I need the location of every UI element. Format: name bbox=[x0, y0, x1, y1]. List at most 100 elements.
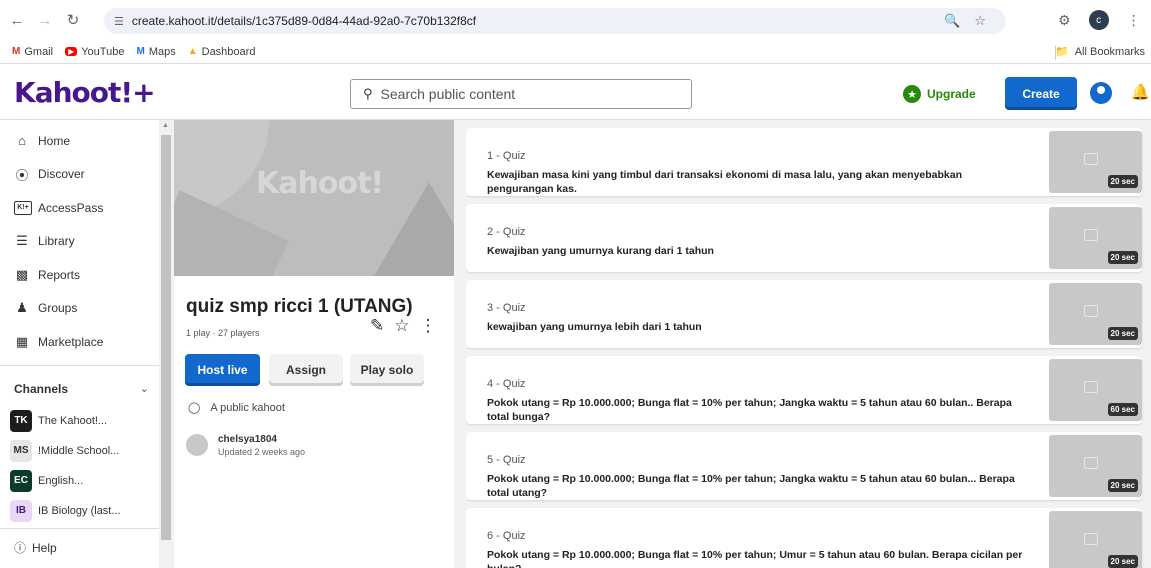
sidebar-item-label: Library bbox=[38, 234, 75, 249]
question-number: 3 - Quiz bbox=[487, 302, 526, 314]
channel-item[interactable]: MS !Middle School... bbox=[0, 436, 159, 466]
sidebar-item-accesspass[interactable]: K!+ AccessPass bbox=[0, 191, 159, 225]
kahoot-logo[interactable]: Kahoot!+ bbox=[14, 76, 156, 109]
question-card[interactable]: 5 - Quiz Pokok utang = Rp 10.000.000; Bu… bbox=[466, 432, 1142, 500]
bookmark-maps[interactable]: M Maps bbox=[136, 46, 175, 58]
reload-icon[interactable]: ↻ bbox=[62, 9, 84, 31]
channel-badge: EC bbox=[10, 469, 32, 492]
bookmark-label: YouTube bbox=[81, 45, 125, 58]
edit-pencil-icon[interactable]: ✎ bbox=[370, 316, 384, 336]
sidebar: ⌂ Home ⦿ Discover K!+ AccessPass ☰ Libra… bbox=[0, 120, 159, 568]
visibility-label: A public kahoot bbox=[210, 401, 285, 414]
bookmark-dashboard[interactable]: ▲ Dashboard bbox=[188, 46, 256, 58]
visibility-info: ◯ A public kahoot bbox=[188, 401, 285, 415]
sidebar-item-marketplace[interactable]: ▦ Marketplace bbox=[0, 325, 159, 359]
channel-label: IB Biology (last... bbox=[38, 504, 121, 517]
zoom-icon[interactable]: 🔍 bbox=[944, 13, 960, 29]
channels-header[interactable]: Channels ⌄ bbox=[0, 372, 159, 406]
channel-item[interactable]: IB IB Biology (last... bbox=[0, 496, 159, 526]
question-number: 2 - Quiz bbox=[487, 226, 526, 238]
image-placeholder-icon bbox=[1084, 533, 1098, 545]
extensions-icon[interactable]: ⚙ bbox=[1058, 12, 1071, 29]
sidebar-item-home[interactable]: ⌂ Home bbox=[0, 124, 159, 158]
image-placeholder-icon bbox=[1084, 381, 1098, 393]
question-thumbnail: 20 sec bbox=[1049, 511, 1142, 568]
help-icon: ⓘ bbox=[14, 541, 27, 555]
question-thumbnail: 20 sec bbox=[1049, 207, 1142, 269]
question-card[interactable]: 6 - Quiz Pokok utang = Rp 10.000.000; Bu… bbox=[466, 508, 1142, 568]
sidebar-item-library[interactable]: ☰ Library bbox=[0, 225, 159, 259]
question-thumbnail: 60 sec bbox=[1049, 359, 1142, 421]
sidebar-item-label: Reports bbox=[38, 267, 81, 282]
upgrade-link[interactable]: ★ Upgrade bbox=[903, 85, 976, 103]
assign-button[interactable]: Assign bbox=[269, 354, 343, 386]
bookmark-gmail[interactable]: M Gmail bbox=[12, 46, 53, 58]
channel-item[interactable]: TK The Kahoot!... bbox=[0, 406, 159, 436]
more-options-icon[interactable]: ⋮ bbox=[420, 316, 437, 336]
question-thumbnail: 20 sec bbox=[1049, 435, 1142, 497]
compass-icon: ⦿ bbox=[15, 167, 29, 183]
forward-icon[interactable]: → bbox=[34, 9, 56, 31]
maps-icon: M bbox=[136, 46, 145, 57]
sidebar-item-discover[interactable]: ⦿ Discover bbox=[0, 158, 159, 192]
home-icon: ⌂ bbox=[18, 133, 26, 149]
site-info-icon[interactable]: ☰ bbox=[114, 15, 124, 28]
question-card[interactable]: 1 - Quiz Kewajiban masa kini yang timbul… bbox=[466, 128, 1142, 196]
browser-toolbar: ← → ↻ ☰ create.kahoot.it/details/1c375d8… bbox=[0, 0, 1151, 40]
bookmarks-bar: M Gmail ▶ YouTube M Maps ▲ Dashboard 📁 A… bbox=[0, 40, 1151, 64]
bookmark-label: Dashboard bbox=[201, 45, 256, 58]
help-link[interactable]: ⓘ Help bbox=[0, 533, 159, 563]
menu-kebab-icon[interactable]: ⋮ bbox=[1127, 12, 1141, 29]
image-placeholder-icon bbox=[1084, 305, 1098, 317]
question-text: Kewajiban yang umurnya kurang dari 1 tah… bbox=[487, 245, 714, 257]
question-card[interactable]: 2 - Quiz Kewajiban yang umurnya kurang d… bbox=[466, 204, 1142, 272]
question-card[interactable]: 4 - Quiz Pokok utang = Rp 10.000.000; Bu… bbox=[466, 356, 1142, 424]
user-avatar-icon[interactable] bbox=[1090, 82, 1112, 104]
time-badge: 20 sec bbox=[1107, 555, 1138, 568]
scroll-up-icon[interactable]: ▲ bbox=[162, 122, 169, 129]
owner-avatar[interactable] bbox=[186, 434, 208, 456]
image-placeholder-icon bbox=[1084, 229, 1098, 241]
reports-icon: ▩ bbox=[15, 266, 29, 282]
bookmark-star-icon[interactable]: ☆ bbox=[974, 13, 986, 29]
profile-avatar[interactable]: c bbox=[1088, 10, 1109, 30]
host-live-button[interactable]: Host live bbox=[185, 354, 260, 386]
channel-badge: TK bbox=[10, 409, 32, 432]
question-number: 1 - Quiz bbox=[487, 150, 526, 162]
question-number: 4 - Quiz bbox=[487, 378, 526, 390]
back-icon[interactable]: ← bbox=[6, 9, 28, 31]
question-card[interactable]: 3 - Quiz kewajiban yang umurnya lebih da… bbox=[466, 280, 1142, 348]
notification-bell-icon[interactable]: 🔔 bbox=[1131, 83, 1150, 101]
channel-label: !Middle School... bbox=[38, 444, 120, 457]
time-badge: 60 sec bbox=[1107, 403, 1138, 416]
time-badge: 20 sec bbox=[1107, 175, 1138, 188]
sidebar-item-groups[interactable]: ♟ Groups bbox=[0, 292, 159, 326]
sidebar-scroll-thumb[interactable] bbox=[161, 135, 171, 540]
sidebar-item-reports[interactable]: ▩ Reports bbox=[0, 258, 159, 292]
channel-item[interactable]: EC English... bbox=[0, 466, 159, 496]
create-button[interactable]: Create bbox=[1005, 77, 1077, 110]
play-solo-button[interactable]: Play solo bbox=[350, 354, 424, 386]
question-thumbnail: 20 sec bbox=[1049, 131, 1142, 193]
channel-label: The Kahoot!... bbox=[38, 414, 108, 427]
owner-info: chelsya1804 Updated 2 weeks ago bbox=[186, 434, 305, 457]
dashboard-icon: ▲ bbox=[187, 46, 198, 57]
time-badge: 20 sec bbox=[1107, 251, 1138, 264]
chevron-down-icon: ⌄ bbox=[139, 383, 149, 395]
bookmark-youtube[interactable]: ▶ YouTube bbox=[65, 46, 124, 58]
favorite-star-icon[interactable]: ☆ bbox=[394, 316, 409, 336]
kahoot-meta: 1 play · 27 players bbox=[186, 328, 260, 338]
time-badge: 20 sec bbox=[1107, 327, 1138, 340]
all-bookmarks[interactable]: 📁 All Bookmarks bbox=[1055, 45, 1145, 59]
sidebar-item-label: Groups bbox=[38, 301, 78, 316]
sidebar-item-label: Discover bbox=[38, 167, 85, 182]
kahoot-cover-image: Kahoot! bbox=[174, 120, 454, 276]
question-list: 1 - Quiz Kewajiban masa kini yang timbul… bbox=[466, 120, 1151, 568]
question-text: Kewajiban masa kini yang timbul dari tra… bbox=[487, 169, 963, 195]
search-input[interactable]: ⚲ Search public content bbox=[350, 79, 692, 109]
address-bar[interactable]: ☰ create.kahoot.it/details/1c375d89-0d84… bbox=[104, 8, 1006, 34]
sidebar-divider bbox=[0, 364, 159, 366]
owner-name[interactable]: chelsya1804 bbox=[218, 434, 305, 445]
list-icon: ☰ bbox=[16, 233, 28, 249]
url-text[interactable]: create.kahoot.it/details/1c375d89-0d84-4… bbox=[132, 14, 476, 28]
